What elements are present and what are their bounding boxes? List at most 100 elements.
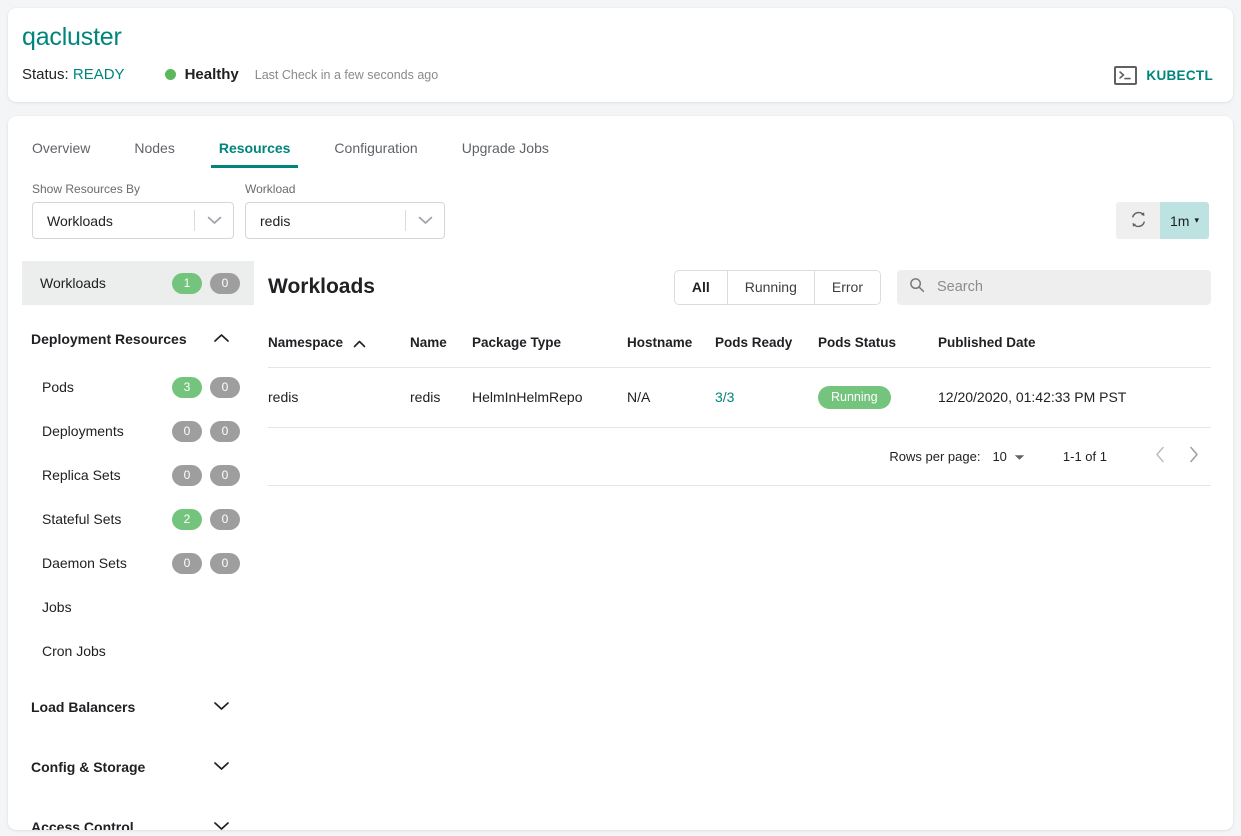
page-title: qacluster	[22, 23, 122, 51]
pagination-range: 1-1 of 1	[1062, 448, 1107, 464]
status-label: Status: READY	[22, 66, 125, 83]
cell-name: redis	[410, 367, 472, 428]
sidebar-item-badges: 2 0	[164, 508, 240, 530]
sidebar-item-label: Deployments	[42, 423, 124, 439]
workload-field: Workload redis	[245, 182, 445, 239]
show-resources-by-select[interactable]: Workloads	[32, 202, 234, 239]
column-header-package-type[interactable]: Package Type	[472, 327, 627, 368]
sidebar-item-badges: 0 0	[164, 464, 240, 486]
health-dot-icon	[164, 69, 176, 80]
cell-namespace: redis	[268, 367, 410, 428]
sidebar-item-label: Cron Jobs	[42, 643, 106, 659]
column-header-name[interactable]: Name	[410, 327, 472, 368]
cell-package-type: HelmInHelmRepo	[472, 367, 627, 428]
chevron-down-icon	[213, 758, 230, 776]
sidebar-item-badges: 0 0	[164, 552, 240, 574]
filter-error-button[interactable]: Error	[814, 270, 880, 304]
chevron-left-icon	[1155, 446, 1165, 466]
cell-pods-ready: 3/3	[715, 367, 818, 428]
resources-sidebar: Workloads 1 0 Deployment Resources Pods …	[8, 261, 254, 830]
rows-per-page-select[interactable]: 10	[992, 449, 1025, 464]
table-row[interactable]: redis redis HelmInHelmRepo N/A 3/3 Runni…	[268, 367, 1211, 428]
tab-upgrade-jobs[interactable]: Upgrade Jobs	[462, 140, 549, 168]
health-status-text: Healthy	[184, 66, 239, 83]
terminal-icon	[1114, 66, 1138, 85]
sidebar-item-label: Replica Sets	[42, 467, 121, 483]
sidebar-item-label: Workloads	[40, 275, 106, 291]
sidebar-section-config-storage[interactable]: Config & Storage	[22, 741, 254, 793]
status-label-text: Status:	[22, 66, 69, 83]
sidebar-item-badges: 3 0	[164, 376, 240, 398]
sidebar-item-jobs[interactable]: Jobs	[22, 585, 254, 629]
sidebar-item-label: Jobs	[42, 599, 72, 615]
sidebar-item-replica-sets[interactable]: Replica Sets 0 0	[22, 453, 254, 497]
status-badge: Running	[818, 385, 891, 409]
cell-pods-status: Running	[818, 367, 938, 428]
status-filter-group: All Running Error	[673, 269, 881, 305]
badge-healthy-count: 0	[172, 420, 202, 442]
search-field[interactable]	[897, 269, 1211, 305]
sidebar-section-deployment-resources[interactable]: Deployment Resources	[22, 313, 254, 365]
filter-running-button[interactable]: Running	[727, 270, 815, 304]
sidebar-item-pods[interactable]: Pods 3 0	[22, 365, 254, 409]
next-page-button[interactable]	[1177, 439, 1211, 473]
show-resources-by-label: Show Resources By	[32, 182, 141, 196]
sidebar-item-workloads[interactable]: Workloads 1 0	[22, 261, 254, 305]
column-header-published-date[interactable]: Published Date	[938, 327, 1211, 368]
column-header-pods-status[interactable]: Pods Status	[818, 327, 938, 368]
search-input[interactable]	[935, 278, 1199, 296]
chevron-down-icon	[195, 216, 233, 225]
cell-hostname: N/A	[627, 367, 715, 428]
tab-configuration[interactable]: Configuration	[334, 140, 417, 168]
workloads-table-head: Namespace Name Package Type Hostname Pod…	[268, 327, 1211, 368]
sort-ascending-icon	[353, 336, 366, 351]
chevron-down-icon	[406, 216, 444, 225]
status-value: READY	[72, 66, 125, 83]
badge-error-count: 0	[210, 508, 240, 530]
show-resources-by-field: Show Resources By Workloads	[32, 182, 234, 239]
cluster-tabs: Overview Nodes Resources Configuration U…	[8, 120, 1233, 168]
previous-page-button[interactable]	[1143, 439, 1177, 473]
tab-nodes[interactable]: Nodes	[134, 140, 174, 168]
refresh-interval-button[interactable]: 1m ▾	[1160, 202, 1209, 239]
kubectl-button[interactable]: KUBECTL	[1114, 66, 1213, 85]
cluster-status-row: Status: READY Healthy Last Check in a fe…	[22, 66, 1213, 83]
filter-bar: Show Resources By Workloads Workload red…	[8, 168, 1233, 239]
chevron-down-icon	[213, 698, 230, 716]
refresh-interval-value: 1m	[1170, 212, 1190, 229]
sidebar-item-daemon-sets[interactable]: Daemon Sets 0 0	[22, 541, 254, 585]
sidebar-section-access-control[interactable]: Access Control	[22, 801, 254, 830]
refresh-controls: 1m ▾	[1116, 202, 1209, 239]
column-header-namespace[interactable]: Namespace	[268, 327, 410, 368]
filter-all-button[interactable]: All	[674, 270, 728, 304]
workloads-table: Namespace Name Package Type Hostname Pod…	[268, 327, 1211, 428]
sidebar-item-badges: 0 0	[164, 420, 240, 442]
sidebar-section-load-balancers[interactable]: Load Balancers	[22, 681, 254, 733]
sidebar-section-title: Access Control	[31, 819, 134, 830]
sidebar-item-label: Pods	[42, 379, 74, 395]
workloads-title: Workloads	[268, 275, 375, 298]
refresh-button[interactable]	[1116, 202, 1161, 239]
caret-down-icon	[1014, 449, 1025, 464]
column-header-label: Namespace	[268, 335, 344, 350]
sidebar-item-stateful-sets[interactable]: Stateful Sets 2 0	[22, 497, 254, 541]
sidebar-item-badges: 1 0	[164, 272, 240, 294]
column-header-pods-ready[interactable]: Pods Ready	[715, 327, 818, 368]
workload-value: redis	[260, 212, 291, 229]
badge-error-count: 0	[210, 552, 240, 574]
sidebar-item-cron-jobs[interactable]: Cron Jobs	[22, 629, 254, 673]
column-header-hostname[interactable]: Hostname	[627, 327, 715, 368]
table-header-row: Namespace Name Package Type Hostname Pod…	[268, 327, 1211, 368]
badge-error-count: 0	[210, 272, 240, 294]
tab-resources[interactable]: Resources	[210, 140, 298, 168]
badge-error-count: 0	[210, 420, 240, 442]
pods-ready-link[interactable]: 3/3	[715, 389, 734, 405]
search-icon	[909, 277, 925, 298]
badge-healthy-count: 2	[172, 508, 202, 530]
workloads-table-body: redis redis HelmInHelmRepo N/A 3/3 Runni…	[268, 367, 1211, 428]
sidebar-item-deployments[interactable]: Deployments 0 0	[22, 409, 254, 453]
cell-published-date: 12/20/2020, 01:42:33 PM PST	[938, 367, 1211, 428]
badge-error-count: 0	[210, 376, 240, 398]
tab-overview[interactable]: Overview	[32, 140, 90, 168]
workload-select[interactable]: redis	[245, 202, 445, 239]
